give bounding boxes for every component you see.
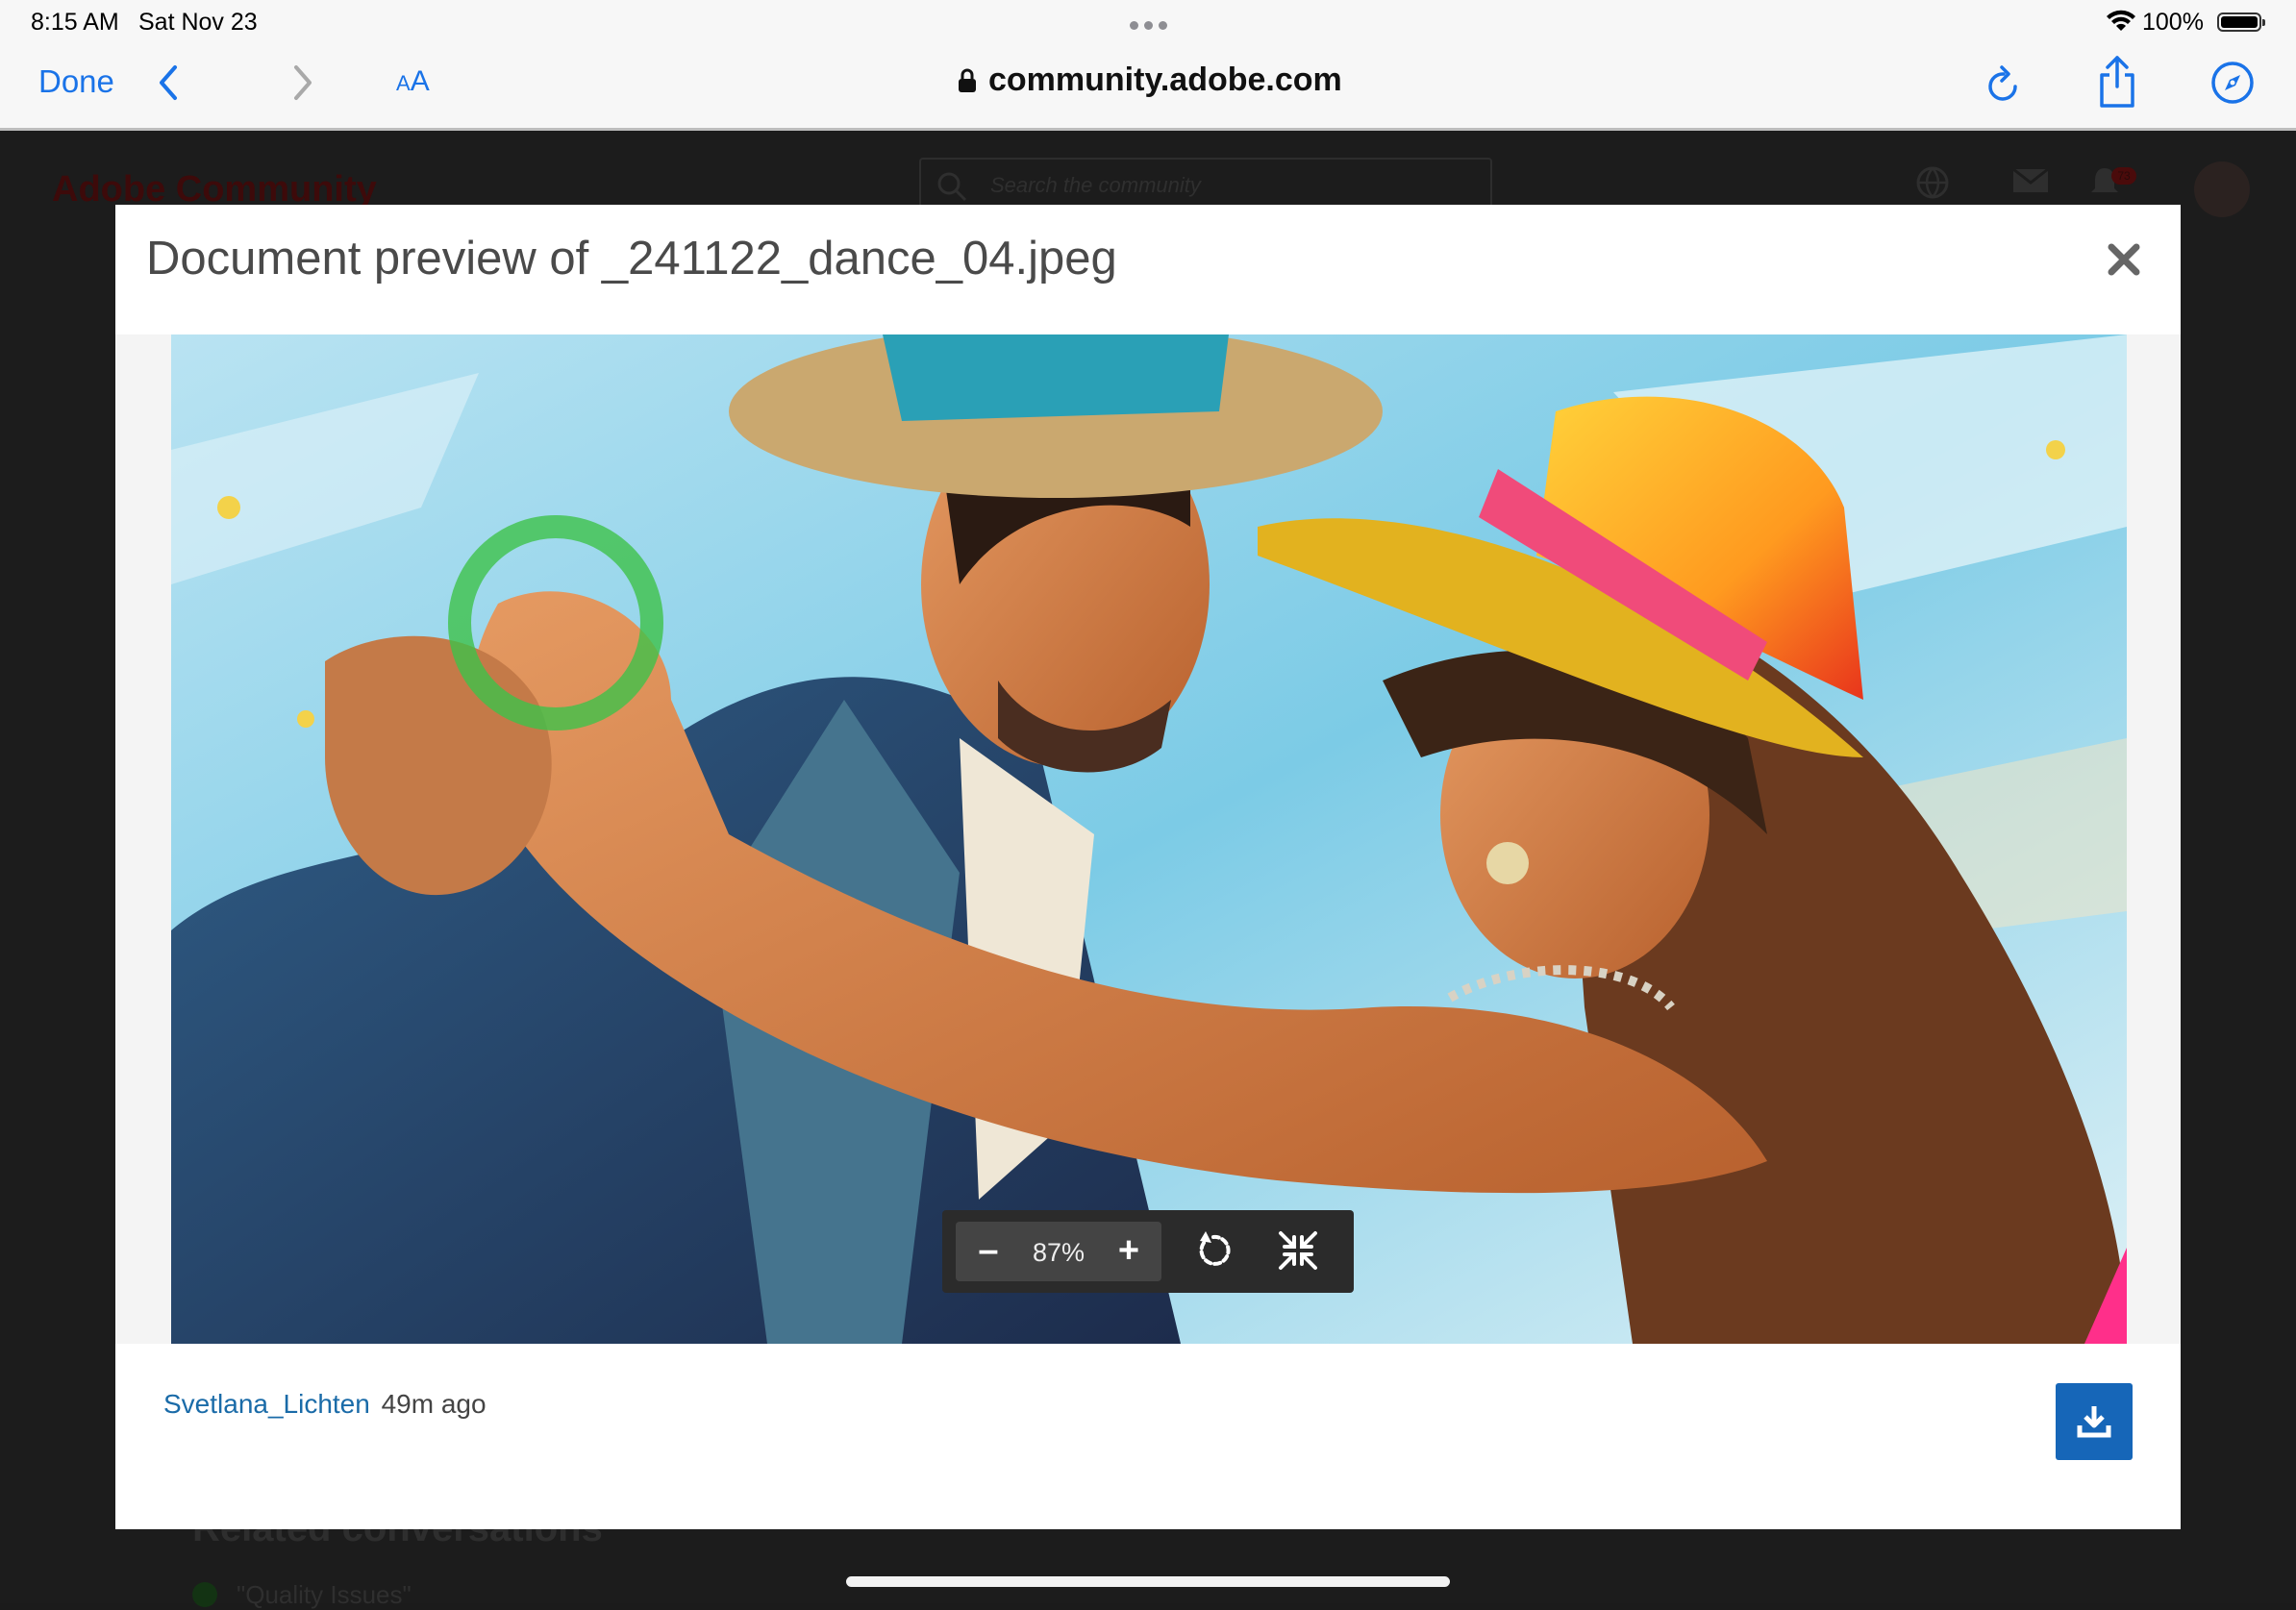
lock-icon (959, 68, 976, 92)
reload-icon[interactable] (1984, 63, 2023, 106)
related-item: "Quality Issues" (237, 1580, 412, 1609)
address-bar[interactable]: community.adobe.com (958, 62, 1342, 99)
url-text: community.adobe.com (988, 62, 1342, 98)
battery-percent: 100% (2142, 9, 2204, 36)
close-icon[interactable] (2102, 237, 2146, 282)
check-icon (192, 1582, 217, 1607)
preview-image[interactable] (171, 334, 2127, 1344)
battery-icon (2217, 12, 2265, 32)
status-date: Sat Nov 23 (138, 9, 258, 36)
home-indicator[interactable] (846, 1576, 1450, 1587)
compass-icon[interactable] (2209, 60, 2256, 106)
status-time: 8:15 AM (31, 9, 119, 36)
mail-icon (2012, 167, 2049, 192)
zoom-toolbar: – 87% + (942, 1210, 1354, 1293)
search-icon (937, 172, 967, 202)
fit-screen-icon[interactable] (1277, 1229, 1319, 1272)
text-size-button[interactable]: AA (396, 65, 430, 98)
text-size-large: A (410, 65, 430, 97)
zoom-controls: – 87% + (956, 1222, 1161, 1281)
modal-title: Document preview of _241122_dance_04.jpe… (146, 233, 1117, 285)
download-icon (2077, 1406, 2111, 1438)
document-preview-modal: Document preview of _241122_dance_04.jpe… (115, 205, 2181, 1529)
preview-area (115, 334, 2181, 1344)
author-line: Svetlana_Lichten 49m ago (163, 1389, 487, 1420)
text-size-small: A (396, 71, 411, 95)
zoom-in-button[interactable]: + (1110, 1229, 1148, 1272)
notification-badge: 73 (2111, 167, 2136, 185)
author-link[interactable]: Svetlana_Lichten (163, 1389, 370, 1419)
post-time: 49m ago (381, 1389, 487, 1419)
browser-toolbar: Done AA community.adobe.com (0, 44, 2296, 131)
community-search-input: Search the community (919, 158, 1492, 211)
zoom-out-button[interactable]: – (969, 1229, 1008, 1272)
share-icon[interactable] (2096, 54, 2138, 110)
forward-icon[interactable] (288, 62, 317, 104)
wifi-icon (2107, 10, 2135, 31)
globe-icon (1916, 166, 1949, 199)
search-placeholder: Search the community (990, 173, 1201, 197)
status-bar: 8:15 AM Sat Nov 23 100% (0, 0, 2296, 44)
done-button[interactable]: Done (38, 63, 114, 100)
back-icon[interactable] (154, 62, 183, 104)
rotate-icon[interactable] (1192, 1229, 1235, 1272)
avatar (2194, 161, 2250, 217)
zoom-level: 87% (1032, 1238, 1086, 1267)
download-button[interactable] (2056, 1383, 2133, 1460)
multitasking-dots-icon[interactable] (1127, 17, 1170, 35)
